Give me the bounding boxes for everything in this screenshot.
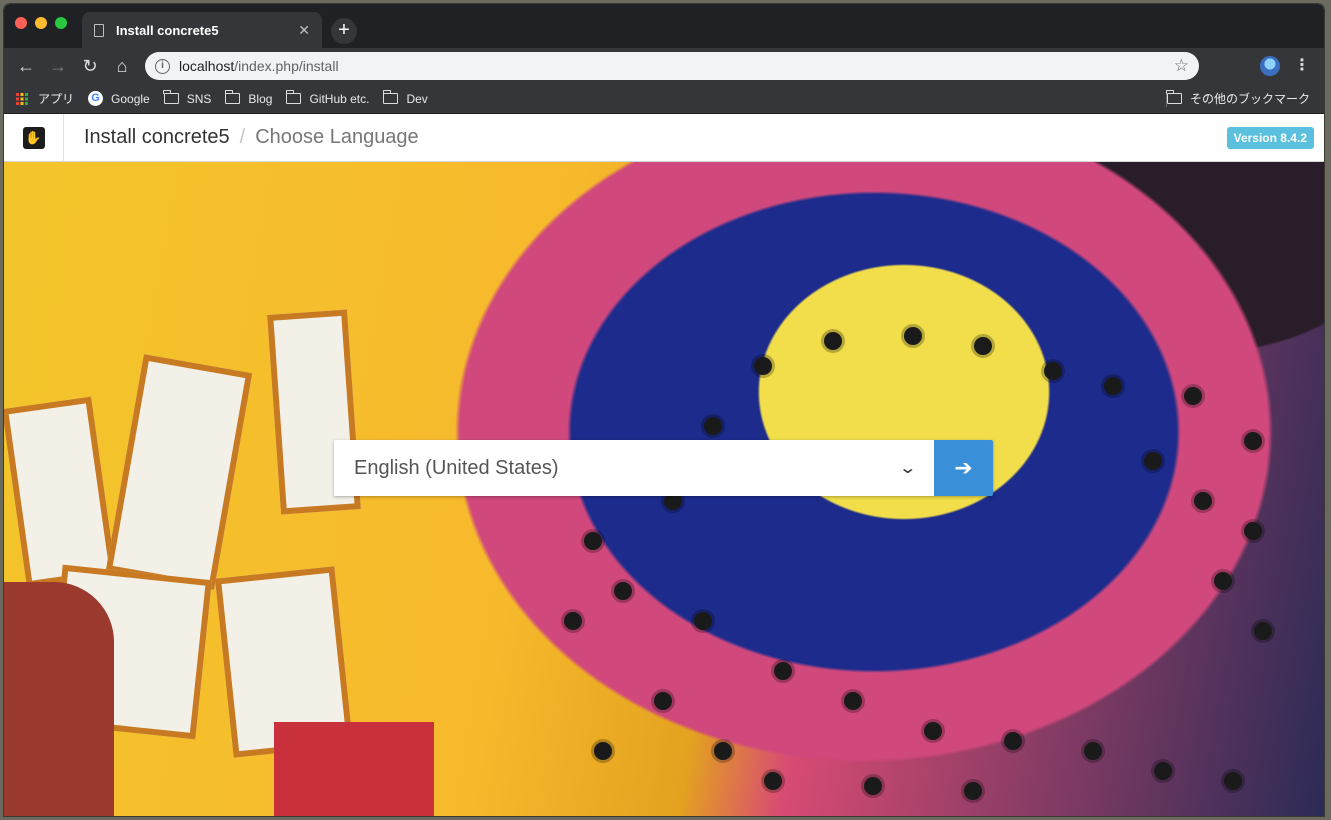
bookmark-label: GitHub etc. <box>309 91 370 106</box>
folder-icon <box>285 90 302 104</box>
url-path: /index.php/install <box>234 58 339 74</box>
bookmark-sns[interactable]: SNS <box>163 90 212 106</box>
folder-icon <box>1166 90 1182 104</box>
info-icon[interactable]: i <box>155 58 170 74</box>
bookmark-label: Dev <box>406 91 428 106</box>
page-title: Install concrete5 <box>84 126 230 148</box>
page-subtitle: Choose Language <box>255 126 419 148</box>
bookmark-blog[interactable]: Blog <box>224 90 273 106</box>
logo-area: ✋ <box>4 114 64 162</box>
bookmark-other[interactable]: その他のブックマーク <box>1166 90 1310 107</box>
kebab-menu-icon[interactable]: ⋮ <box>1294 55 1310 75</box>
apps-grid-icon <box>16 92 28 105</box>
folder-icon <box>382 90 399 104</box>
bookmark-label: Google <box>111 91 150 106</box>
concrete5-logo-icon: ✋ <box>22 126 45 149</box>
back-icon[interactable]: ← <box>14 54 38 78</box>
bookmark-apps[interactable]: アプリ <box>16 90 74 107</box>
chevron-down-icon: ⌄ <box>897 460 917 477</box>
tab-active[interactable]: Install concrete5 ✕ <box>82 12 322 48</box>
arrow-right-icon: ➔ <box>954 455 973 480</box>
language-select[interactable]: English (United States) ⌄ <box>334 440 934 496</box>
folder-icon <box>163 90 179 104</box>
breadcrumb-separator: / <box>239 126 246 148</box>
folder-icon <box>224 90 241 104</box>
tab-close-icon[interactable]: ✕ <box>298 22 310 39</box>
install-header: ✋ Install concrete5 / Choose Language Ve… <box>4 114 1324 162</box>
bookmark-github[interactable]: GitHub etc. <box>285 90 370 106</box>
window-controls <box>15 17 67 29</box>
page-icon <box>94 23 104 37</box>
minimize-window-button[interactable] <box>35 17 47 29</box>
address-bar[interactable]: i localhost /index.php/install ☆ <box>145 52 1199 80</box>
new-tab-button[interactable]: + <box>331 18 357 44</box>
bookmark-dev[interactable]: Dev <box>382 90 428 106</box>
reload-icon[interactable]: ↻ <box>78 54 102 78</box>
tab-title: Install concrete5 <box>116 22 219 38</box>
bookmark-google[interactable]: G Google <box>88 91 150 106</box>
url-host: localhost <box>179 58 235 74</box>
page-content: ✋ Install concrete5 / Choose Language Ve… <box>4 114 1324 816</box>
home-icon[interactable]: ⌂ <box>110 54 134 78</box>
bookmark-label: アプリ <box>38 92 75 106</box>
language-select-value: English (United States) <box>354 456 559 479</box>
close-window-button[interactable] <box>15 17 27 29</box>
profile-avatar[interactable] <box>1260 56 1280 76</box>
toolbar: ← → ↻ ⌂ i localhost /index.php/install ☆… <box>4 48 1324 84</box>
bookmark-label: SNS <box>186 91 212 106</box>
google-icon: G <box>88 91 104 106</box>
forward-icon[interactable]: → <box>46 54 70 78</box>
language-form: English (United States) ⌄ ➔ <box>334 440 993 496</box>
version-badge: Version 8.4.2 <box>1226 126 1314 149</box>
zoom-window-button[interactable] <box>55 17 67 29</box>
bookmark-star-icon[interactable]: ☆ <box>1174 56 1189 76</box>
tab-strip: Install concrete5 ✕ + <box>4 4 1324 48</box>
bookmark-label: Blog <box>248 91 273 106</box>
bookmark-label: その他のブックマーク <box>1189 92 1310 106</box>
bookmarks-bar: アプリ G Google SNS Blog GitHub etc. Dev その… <box>4 84 1324 114</box>
browser-window: Install concrete5 ✕ + ← → ↻ ⌂ i localhos… <box>4 4 1324 816</box>
continue-button[interactable]: ➔ <box>934 440 993 496</box>
